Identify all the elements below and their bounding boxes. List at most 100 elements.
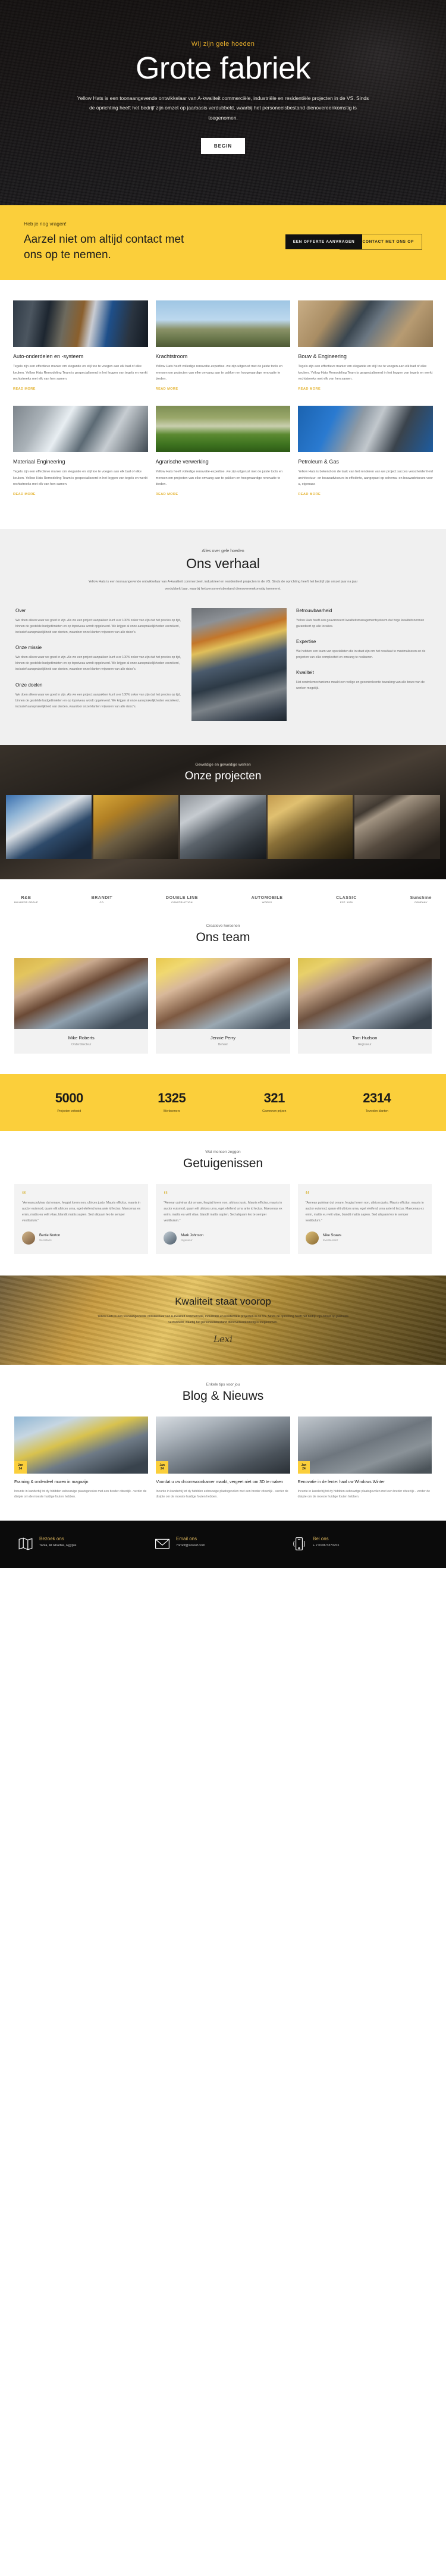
cta-title: Aarzel niet om altijd contact met ons op…	[24, 233, 184, 261]
avatar	[156, 958, 290, 1030]
story-lead: Yellow Hats is een toonaangevende ontwik…	[88, 580, 358, 591]
service-image	[13, 300, 148, 347]
testimonials-title: Getuigenissen	[183, 1157, 263, 1171]
blog-post-text: Incunte in kanderbij tot dy hiddden eebo…	[156, 1489, 288, 1499]
partner-logo-sub: WORKS	[262, 901, 272, 904]
service-image	[298, 406, 434, 453]
envelope-icon	[155, 1536, 170, 1552]
projects-title: Onze projecten	[184, 769, 262, 782]
service-card[interactable]: Auto-onderdelen en -systeem Tegels zijn …	[13, 300, 148, 393]
partner-logo: AUTOMOBILE WORKS	[252, 896, 283, 904]
date-day: 24	[302, 1467, 306, 1471]
testimonial-text: "Aenean pulvinar dui ornare, feugiat lor…	[164, 1201, 282, 1223]
blog-section: Enkele tips voor jou Blog & Nieuws Jan 2…	[0, 1364, 446, 1521]
footer-text: 7oroof@7oroof.com	[176, 1544, 205, 1548]
testimonial-role: Secretaris	[39, 1239, 52, 1242]
blog-post-text: Incunte in kanderbij tot dy hiddden eebo…	[297, 1489, 430, 1499]
hero-start-button[interactable]: BEGIN	[200, 138, 246, 155]
quote-icon: “	[164, 1189, 168, 1203]
partner-logo-sub: CO.	[99, 901, 105, 904]
hero-section: Wij zijn gele hoeden Grote fabriek Yello…	[0, 0, 446, 205]
service-image	[155, 406, 291, 453]
story-block-text: We doen alleen waar we goed in zijn. Als…	[15, 656, 181, 672]
date-badge: Jan 24	[156, 1461, 168, 1474]
blog-post-card[interactable]: Jan 24 Renovatie in de lente: haal uw Wi…	[297, 1416, 432, 1500]
team-member-card[interactable]: Mike Roberts Onderdirecteur	[14, 958, 149, 1054]
service-title: Auto-onderdelen en -systeem	[13, 353, 84, 360]
service-title: Krachtstroom	[155, 353, 188, 360]
service-card[interactable]: Materiaal Engineering Tegels zijn een ef…	[13, 406, 148, 498]
stat-label: Tevreden klanten	[365, 1110, 388, 1114]
partner-logo-name: CLASSIC	[336, 895, 357, 900]
date-badge: Jan 24	[14, 1461, 27, 1474]
quality-description: Yellow Hats is een toonaangevende ontwik…	[98, 1314, 348, 1325]
story-feature-heading: Expertise	[296, 639, 316, 644]
read-more-link[interactable]: READ MORE	[13, 493, 36, 496]
story-section: Alles over gele hoeden Ons verhaal Yello…	[0, 529, 446, 745]
testimonials-section: Wat mensen zeggen Getuigenissen “ "Aenea…	[0, 1131, 446, 1276]
service-image	[298, 300, 434, 347]
blog-post-card[interactable]: Jan 24 Voordat u uw droomwoonkamer maakt…	[156, 1416, 290, 1500]
testimonial-author: Nike Scaws	[322, 1234, 341, 1238]
service-card[interactable]: Bouw & Engineering Tegels zijn een effec…	[298, 300, 434, 393]
footer-title: Bezoek ons	[39, 1536, 64, 1542]
read-more-link[interactable]: READ MORE	[13, 387, 36, 391]
avatar	[305, 1231, 319, 1245]
date-day: 24	[18, 1467, 23, 1471]
read-more-link[interactable]: READ MORE	[156, 387, 178, 391]
service-card[interactable]: Krachtstroom Yellow Hats heeft volledige…	[155, 300, 291, 393]
footer-email-us[interactable]: Email ons 7oroof@7oroof.com	[155, 1536, 291, 1552]
team-kicker: Creatieve hersenen	[206, 924, 240, 929]
partner-logo: Sunshine COMPANY	[410, 896, 432, 904]
request-quote-button[interactable]: EEN OFFERTE AANVRAGEN	[285, 234, 363, 249]
hero-kicker: Wij zijn gele hoeden	[191, 40, 255, 48]
testimonial-card: “ "Aenean pulvinar dui ornare, feugiat l…	[156, 1184, 290, 1254]
service-card[interactable]: Agrarische verwerking Yellow Hats heeft …	[155, 406, 291, 498]
testimonial-author: Mark Johnson	[181, 1234, 204, 1238]
partner-logo-name: R&B	[21, 895, 32, 900]
service-text: Tegels zijn een effectieve manier om ele…	[298, 365, 433, 381]
testimonial-card: “ "Aenean pulvinar dui ornare, feugiat l…	[14, 1184, 149, 1254]
mobile-phone-icon	[291, 1536, 307, 1552]
blog-post-title: Framing & onderdeel muren in magazijn	[14, 1480, 89, 1484]
service-card[interactable]: Petroleum & Gas Yellow Hats is bekend om…	[298, 406, 434, 498]
project-thumbnail[interactable]	[354, 794, 440, 859]
blog-post-card[interactable]: Jan 24 Framing & onderdeel muren in maga…	[14, 1416, 149, 1500]
team-member-role: Beheer	[218, 1043, 228, 1047]
service-title: Bouw & Engineering	[298, 353, 347, 360]
stat-value: 2314	[363, 1090, 391, 1106]
testimonial-text: "Aenean pulvinar dui ornare, feugiat lor…	[22, 1201, 141, 1223]
stat-item: 1325 Werknemers	[121, 1090, 224, 1113]
partner-logo-sub: BUILDERS GROUP	[14, 901, 38, 904]
story-left-column: Over We doen alleen waar we goed in zijn…	[15, 608, 182, 719]
team-member-role: Onderdirecteur	[71, 1043, 92, 1047]
read-more-link[interactable]: READ MORE	[298, 493, 321, 496]
blog-title: Blog & Nieuws	[182, 1389, 264, 1403]
team-member-card[interactable]: Jennie Perry Beheer	[156, 958, 290, 1054]
partner-logo: BRANDIT CO.	[92, 896, 113, 904]
testimonial-role: Ingenieur	[181, 1239, 193, 1242]
read-more-link[interactable]: READ MORE	[156, 493, 178, 496]
signature: Lexi	[213, 1334, 233, 1345]
date-month: Jan	[159, 1463, 165, 1467]
stat-value: 5000	[55, 1090, 83, 1106]
project-thumbnail[interactable]	[93, 794, 179, 859]
project-thumbnail[interactable]	[180, 794, 266, 859]
story-block-heading: Over	[15, 607, 26, 613]
partner-logo: DOUBLE LINE CONSTRUCTION	[166, 896, 198, 904]
story-title: Ons verhaal	[186, 556, 260, 572]
testimonial-card: “ "Aenean pulvinar dui ornare, feugiat l…	[297, 1184, 432, 1254]
avatar	[14, 958, 149, 1030]
project-thumbnail[interactable]	[6, 794, 92, 859]
stat-label: Projecten voltooid	[57, 1110, 81, 1114]
footer-call-us[interactable]: Bel ons + 2 0106 5370701	[291, 1536, 428, 1552]
team-member-card[interactable]: Tom Hudson Regisseur	[297, 958, 432, 1054]
team-section: Creatieve hersenen Ons team Mike Roberts…	[0, 922, 446, 1074]
footer-visit-us[interactable]: Bezoek ons Tanta, Al Gharbia, Egypte	[18, 1536, 155, 1552]
story-feature-text: We hebben een team van specialisten die …	[296, 650, 426, 660]
read-more-link[interactable]: READ MORE	[298, 387, 321, 391]
date-badge: Jan 24	[297, 1461, 310, 1474]
page-root: Wij zijn gele hoeden Grote fabriek Yello…	[0, 0, 446, 1569]
project-thumbnail[interactable]	[267, 794, 353, 859]
partner-logo-name: AUTOMOBILE	[251, 895, 283, 900]
